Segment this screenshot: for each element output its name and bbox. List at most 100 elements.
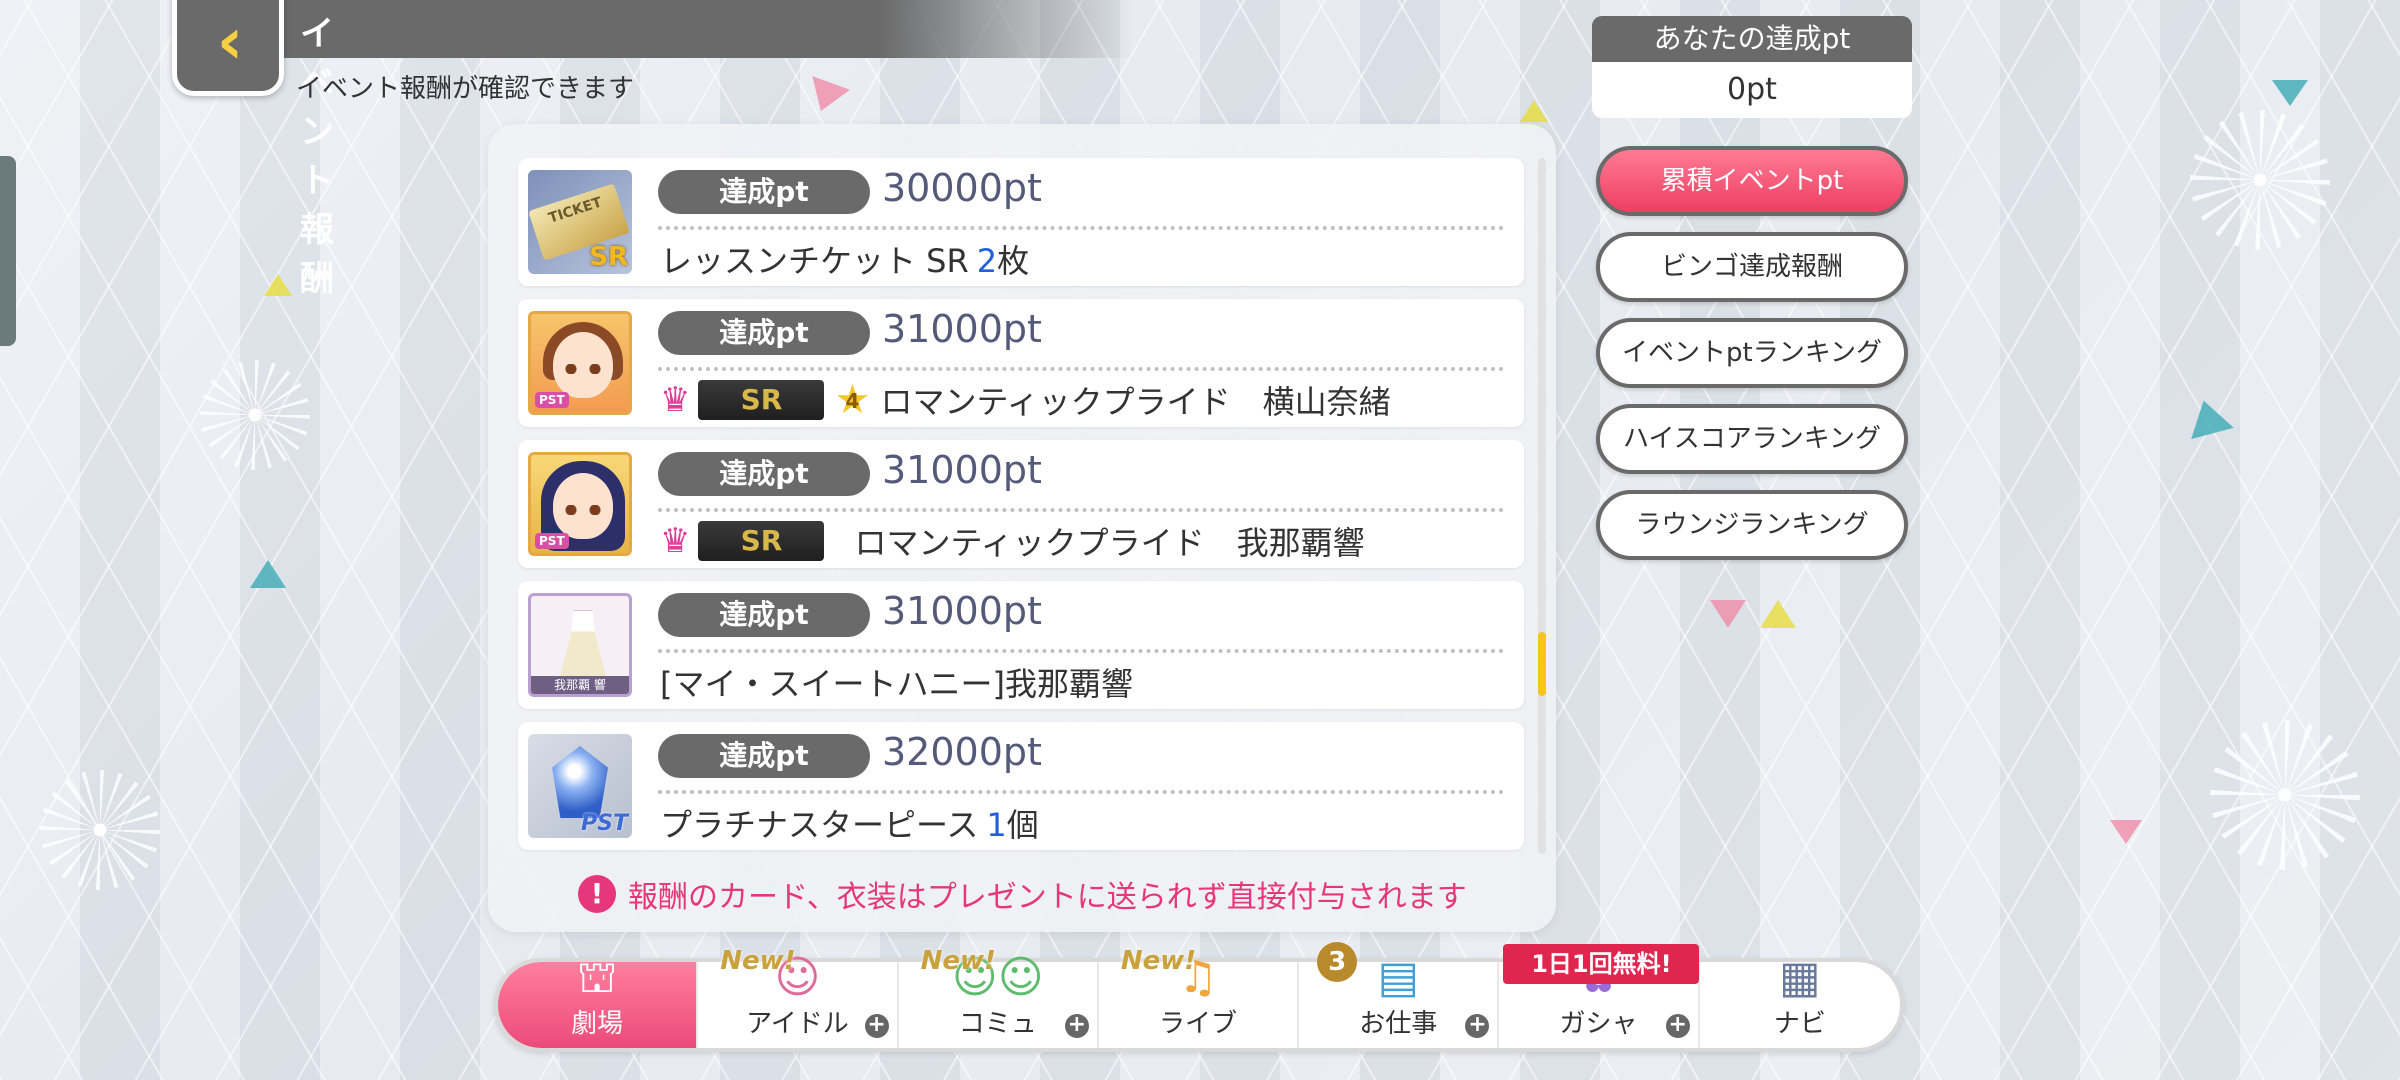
nav-gacha[interactable]: 1日1回無料! ✿ ガシャ + (1499, 944, 1700, 1048)
bingo-reward-button[interactable]: ビンゴ達成報酬 (1596, 232, 1908, 302)
eyes-shape (565, 364, 601, 374)
reward-description: ♛ SR ロマンティックプライド 我那覇響 (660, 518, 1365, 564)
nav-navi[interactable]: ▦ ナビ (1700, 953, 1900, 1048)
lounge-ranking-button[interactable]: ラウンジランキング (1596, 490, 1908, 560)
gem-shape (552, 746, 608, 818)
pst-badge: PST (535, 533, 569, 549)
gem-icon: PST (528, 734, 632, 838)
list-item[interactable]: 我那覇 響 達成pt 31000pt [マイ・スイートハニー]我那覇響 (518, 581, 1524, 709)
idol-card-icon: PST (528, 452, 632, 556)
achieved-points-value: 0pt (1592, 62, 1912, 118)
achieve-pt-pill: 達成pt (658, 734, 870, 778)
reward-name: レッスンチケット SR (660, 242, 969, 280)
notification-count-badge: 3 (1317, 942, 1358, 982)
plus-icon: + (1665, 1014, 1690, 1038)
reward-description: レッスンチケット SR 2枚 (660, 236, 1029, 282)
reward-description: ♛ SR ★ 4 ロマンティックプライド 横山奈緒 (660, 377, 1391, 423)
list-item[interactable]: TICKET SR 達成pt 30000pt レッスンチケット SR 2枚 (518, 158, 1524, 286)
required-points: 31000pt (882, 448, 1042, 492)
new-badge: New! (720, 946, 796, 976)
gem-badge: PST (581, 811, 628, 836)
reward-list[interactable]: TICKET SR 達成pt 30000pt レッスンチケット SR 2枚 PS… (518, 158, 1524, 863)
achieved-points-box: あなたの達成pt 0pt (1592, 16, 1912, 118)
nav-live[interactable]: New! ♫ ライブ (1099, 946, 1300, 1048)
achieve-pt-pill: 達成pt (658, 452, 870, 496)
cumulative-event-pt-button[interactable]: 累積イベントpt (1596, 146, 1908, 216)
reward-qty-group: 1個 (986, 800, 1038, 846)
required-points: 30000pt (882, 166, 1042, 210)
side-drawer-handle[interactable] (0, 156, 16, 346)
divider (658, 367, 1504, 371)
scrollbar-thumb[interactable] (1538, 632, 1546, 696)
reward-unit: 個 (1006, 806, 1039, 844)
reward-unit: 枚 (997, 242, 1030, 280)
costume-icon: 我那覇 響 (528, 593, 632, 697)
plus-icon: + (864, 1014, 889, 1038)
nav-label: 劇場 (571, 1009, 624, 1039)
nav-label: コミュ (958, 1009, 1037, 1039)
dress-shape (559, 610, 607, 680)
notice-text: 報酬のカード、衣装はプレゼントに送られず直接付与されます (628, 880, 1467, 915)
free-gacha-badge: 1日1回無料! (1503, 944, 1700, 984)
crown-icon: ♛ (660, 380, 691, 420)
nav-label: アイドル (746, 1009, 849, 1039)
confetti-decoration (264, 274, 292, 296)
scrollbar[interactable] (1538, 158, 1546, 854)
event-pt-ranking-button[interactable]: イベントptランキング (1596, 318, 1908, 388)
crown-icon: ♛ (660, 521, 691, 561)
divider (658, 649, 1504, 653)
costume-owner-label: 我那覇 響 (531, 676, 629, 694)
star-level-number: 4 (845, 389, 860, 413)
highscore-ranking-button[interactable]: ハイスコアランキング (1596, 404, 1908, 474)
rarity-badge: SR (698, 380, 825, 420)
plus-icon: + (1465, 1014, 1490, 1038)
achieve-pt-pill: 達成pt (658, 593, 870, 637)
nav-theater[interactable]: ⛫ 劇場 (498, 953, 699, 1048)
grid-icon: ▦ (1779, 952, 1821, 1003)
reward-name: [マイ・スイートハニー]我那覇響 (660, 665, 1133, 703)
nav-work[interactable]: 3 ▤ お仕事 + (1299, 942, 1500, 1048)
idol-card-icon: PST (528, 311, 632, 415)
reward-panel: TICKET SR 達成pt 30000pt レッスンチケット SR 2枚 PS… (488, 124, 1556, 932)
confetti-decoration (2272, 80, 2308, 106)
reward-description: [マイ・スイートハニー]我那覇響 (660, 659, 1133, 705)
required-points: 32000pt (882, 730, 1042, 774)
back-button[interactable]: ‹ (172, 0, 284, 96)
sparkle-decoration (40, 770, 160, 890)
clipboard-icon: ▤ (1377, 952, 1420, 1003)
confetti-decoration (2110, 820, 2142, 844)
list-item[interactable]: PST 達成pt 31000pt ♛ SR ★ 4 ロマンティックプライド 横山奈… (518, 299, 1524, 427)
nav-idol[interactable]: New! ☺ アイドル + (698, 946, 899, 1048)
nav-label: お仕事 (1359, 1009, 1438, 1039)
new-badge: New! (920, 946, 996, 976)
confetti-decoration (250, 560, 286, 588)
nav-label: ライブ (1158, 1009, 1237, 1039)
list-item[interactable]: PST 達成pt 32000pt プラチナスターピース 1個 (518, 722, 1524, 850)
confetti-decoration (1710, 600, 1746, 628)
page-title: イベント報酬 (300, 14, 334, 299)
reward-name: ロマンティックプライド 横山奈緒 (880, 383, 1391, 421)
reward-qty-group: 2枚 (977, 236, 1029, 282)
reward-name: プラチナスターピース (660, 806, 979, 844)
eyes-shape (565, 505, 601, 515)
nav-label: ガシャ (1559, 1009, 1638, 1039)
sparkle-decoration (2190, 110, 2330, 250)
rarity-badge: SR (698, 521, 825, 561)
title-bar (284, 0, 1134, 58)
required-points: 31000pt (882, 589, 1042, 633)
ticket-rarity-label: SR (589, 242, 628, 272)
achieve-pt-pill: 達成pt (658, 311, 870, 355)
reward-description: プラチナスターピース 1個 (660, 800, 1039, 846)
required-points: 31000pt (882, 307, 1042, 351)
chevron-left-icon: ‹ (216, 5, 243, 79)
nav-label: ナビ (1773, 1009, 1826, 1039)
nav-commu[interactable]: New! ☺☺ コミュ + (899, 946, 1099, 1048)
theater-icon: ⛫ (576, 952, 618, 1003)
pst-badge: PST (535, 392, 569, 408)
achieve-pt-pill: 達成pt (658, 170, 870, 214)
star-level-icon: ★ 4 (832, 380, 872, 420)
new-badge: New! (1120, 946, 1197, 976)
notice-message: ! 報酬のカード、衣装はプレゼントに送られず直接付与されます (578, 872, 1467, 916)
achieved-points-label: あなたの達成pt (1592, 16, 1912, 62)
list-item[interactable]: PST 達成pt 31000pt ♛ SR ロマンティックプライド 我那覇響 (518, 440, 1524, 568)
